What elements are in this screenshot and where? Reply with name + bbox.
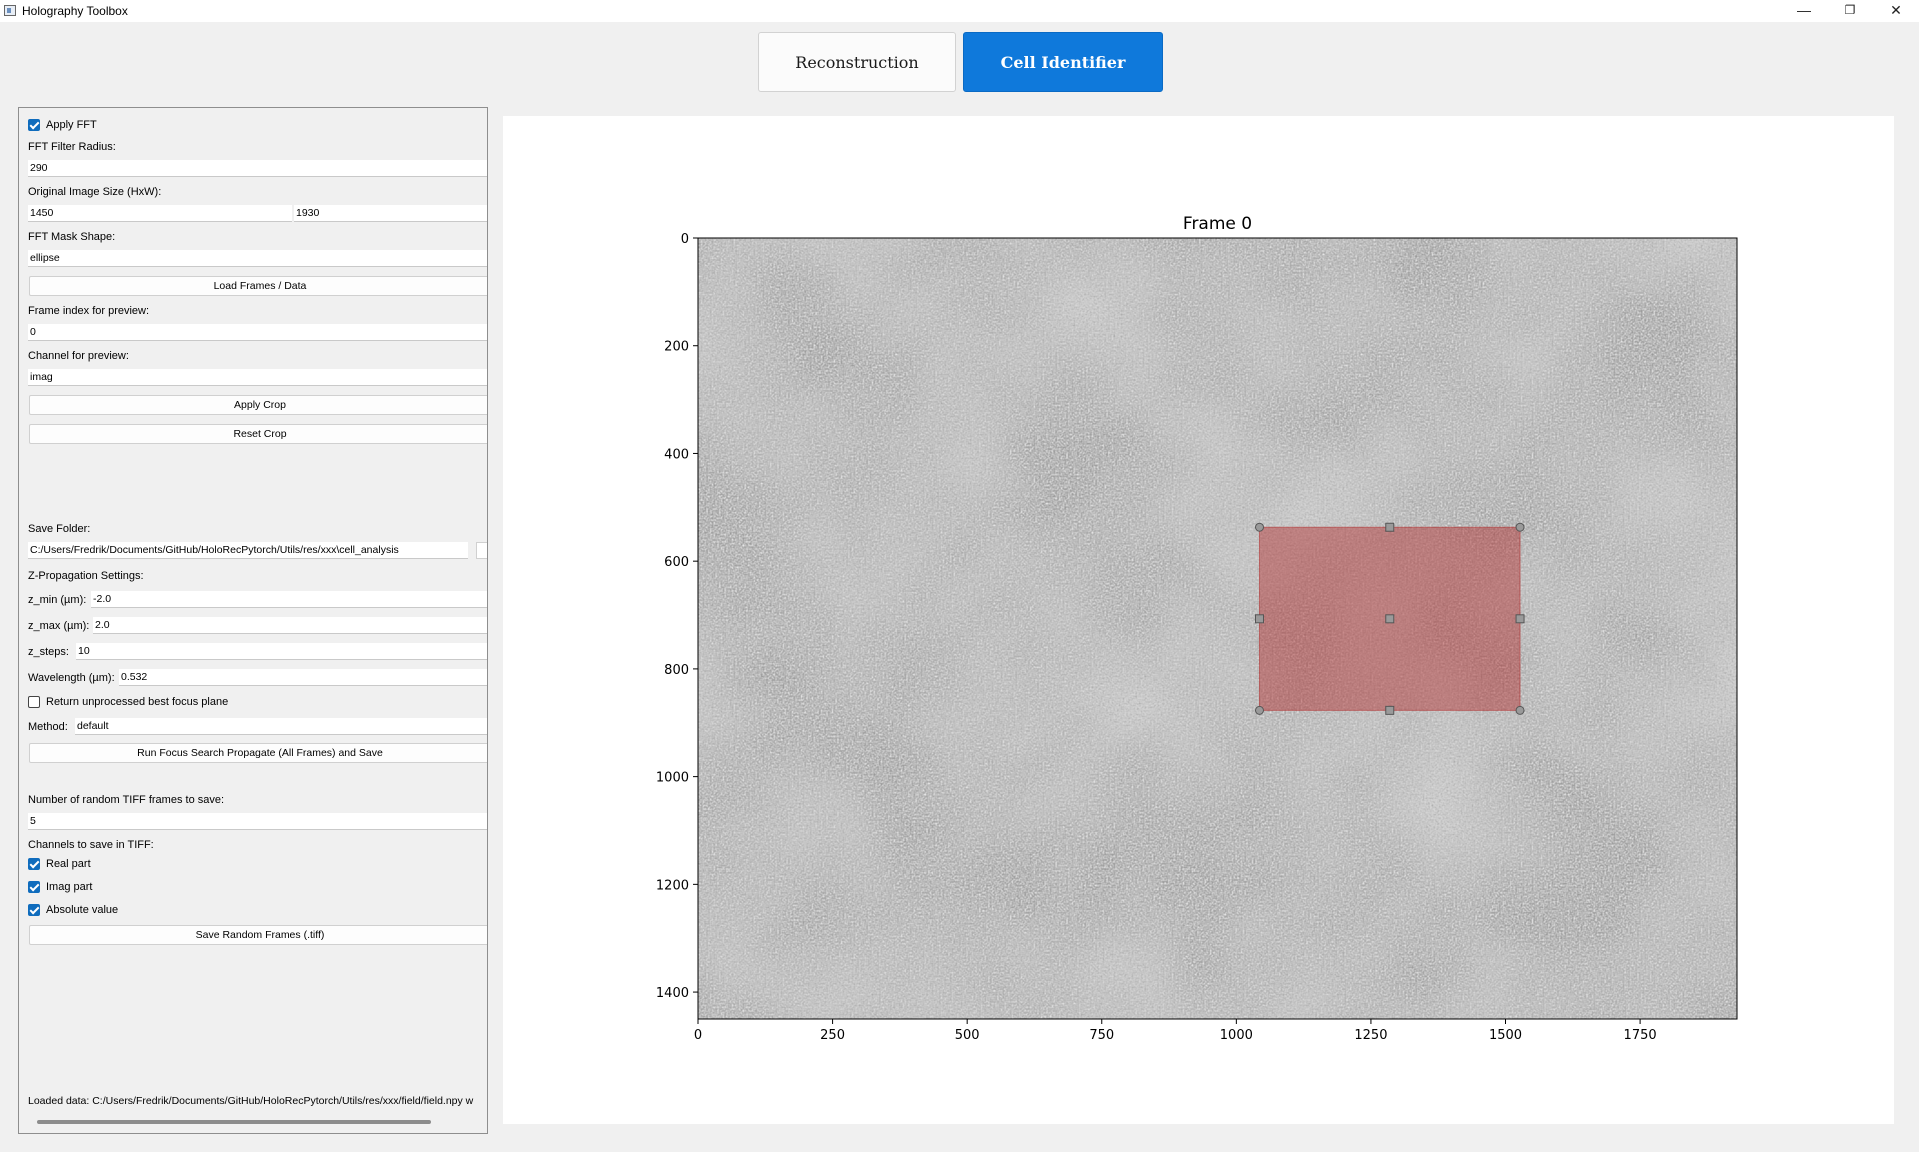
x-tick-label: 1000 [1220, 1028, 1253, 1043]
x-axis: 0 250 500 750 1000 1250 1500 1750 [694, 1019, 1657, 1043]
channels-tiff-label: Channels to save in TIFF: [28, 839, 154, 851]
method-label: Method: [28, 721, 68, 733]
loaded-data-status: Loaded data: C:/Users/Fredrik/Documents/… [28, 1095, 474, 1107]
x-tick-label: 1250 [1354, 1028, 1387, 1043]
z-max-input[interactable]: 2.0 [93, 617, 487, 634]
x-tick-label: 1750 [1624, 1028, 1657, 1043]
browse-folder-button[interactable] [476, 542, 487, 559]
x-tick-label: 1500 [1489, 1028, 1522, 1043]
channel-label: Channel for preview: [28, 350, 129, 362]
channel-input[interactable]: imag [28, 369, 487, 386]
original-height-input[interactable]: 1450 [28, 205, 292, 222]
plot-panel: Frame 0 0 250 500 750 1000 1250 1500 1750 0 200 4… [503, 116, 1894, 1124]
corner-handle[interactable] [1515, 705, 1525, 715]
real-part-checkbox[interactable] [28, 858, 40, 870]
absolute-value-label: Absolute value [46, 904, 119, 916]
plot-title: Frame 0 [1183, 214, 1252, 234]
real-part-label: Real part [46, 858, 91, 870]
frame-plot: Frame 0 0 250 500 750 1000 1250 1500 1750 0 200 4… [656, 214, 1738, 1043]
y-tick-label: 600 [664, 555, 689, 570]
x-tick-label: 750 [1089, 1028, 1114, 1043]
tab-cell-identifier[interactable]: Cell Identifier [963, 32, 1163, 92]
y-tick-label: 800 [664, 663, 689, 678]
edge-handle[interactable] [1385, 614, 1395, 624]
save-folder-input[interactable]: C:/Users/Fredrik/Documents/GitHub/HoloRe… [28, 542, 468, 559]
y-tick-label: 400 [664, 447, 689, 462]
wavelength-label: Wavelength (µm): [28, 672, 115, 684]
z-max-label: z_max (µm): [28, 620, 90, 632]
corner-handle[interactable] [1254, 522, 1264, 532]
z-steps-input[interactable]: 10 [76, 643, 487, 660]
corner-handle[interactable] [1515, 522, 1525, 532]
reset-crop-button[interactable]: Reset Crop [29, 424, 487, 444]
zprop-settings-label: Z-Propagation Settings: [28, 570, 144, 582]
x-tick-label: 500 [955, 1028, 980, 1043]
crop-selection[interactable] [1254, 522, 1525, 715]
app-icon [4, 5, 16, 16]
microscopy-image [698, 238, 1737, 1019]
close-button[interactable]: ✕ [1873, 0, 1919, 22]
title-bar: Holography Toolbox — ❐ ✕ [0, 0, 1919, 22]
x-tick-label: 0 [694, 1028, 702, 1043]
apply-fft-checkbox[interactable] [28, 119, 40, 131]
wavelength-input[interactable]: 0.532 [119, 669, 487, 686]
absolute-value-checkbox[interactable] [28, 904, 40, 916]
fft-radius-input[interactable]: 290 [28, 160, 487, 177]
edge-handle[interactable] [1385, 522, 1395, 532]
apply-crop-button[interactable]: Apply Crop [29, 395, 487, 415]
original-width-input[interactable]: 1930 [294, 205, 487, 222]
apply-fft-label: Apply FFT [46, 119, 97, 131]
corner-handle[interactable] [1254, 705, 1264, 715]
num-random-label: Number of random TIFF frames to save: [28, 794, 225, 806]
fft-mask-shape-label: FFT Mask Shape: [28, 231, 116, 243]
load-frames-button[interactable]: Load Frames / Data [29, 276, 487, 296]
frame-index-input[interactable]: 0 [28, 324, 487, 341]
frame-index-label: Frame index for preview: [28, 305, 150, 317]
edge-handle[interactable] [1385, 705, 1395, 715]
fft-radius-label: FFT Filter Radius: [28, 141, 116, 153]
z-min-label: z_min (µm): [28, 594, 87, 606]
edge-handle[interactable] [1515, 614, 1525, 624]
y-tick-label: 1400 [656, 986, 689, 1001]
z-steps-label: z_steps: [28, 646, 69, 658]
y-tick-label: 1000 [656, 771, 689, 786]
y-tick-label: 0 [681, 232, 689, 247]
minimize-button[interactable]: — [1781, 0, 1827, 22]
z-min-input[interactable]: -2.0 [91, 591, 487, 608]
save-random-frames-button[interactable]: Save Random Frames (.tiff) [29, 925, 487, 945]
edge-handle[interactable] [1254, 614, 1264, 624]
y-axis: 0 200 400 600 800 1000 1200 1400 [656, 232, 698, 1001]
restore-button[interactable]: ❐ [1827, 0, 1873, 22]
y-tick-label: 200 [664, 340, 689, 355]
horizontal-scrollbar[interactable] [37, 1120, 431, 1124]
x-tick-label: 250 [820, 1028, 845, 1043]
y-tick-label: 1200 [656, 878, 689, 893]
imag-part-label: Imag part [46, 881, 93, 893]
control-panel: Apply FFT FFT Filter Radius: 290 Origina… [18, 107, 488, 1134]
fft-mask-shape-input[interactable]: ellipse [28, 250, 487, 267]
tab-reconstruction[interactable]: Reconstruction [758, 32, 956, 92]
return-unprocessed-label: Return unprocessed best focus plane [46, 696, 229, 708]
return-unprocessed-checkbox[interactable] [28, 696, 40, 708]
window-title: Holography Toolbox [22, 4, 128, 18]
num-random-input[interactable]: 5 [28, 813, 487, 830]
imag-part-checkbox[interactable] [28, 881, 40, 893]
run-focus-search-button[interactable]: Run Focus Search Propagate (All Frames) … [29, 743, 487, 763]
save-folder-label: Save Folder: [28, 523, 91, 535]
method-input[interactable]: default [75, 718, 487, 735]
original-size-label: Original Image Size (HxW): [28, 186, 162, 198]
